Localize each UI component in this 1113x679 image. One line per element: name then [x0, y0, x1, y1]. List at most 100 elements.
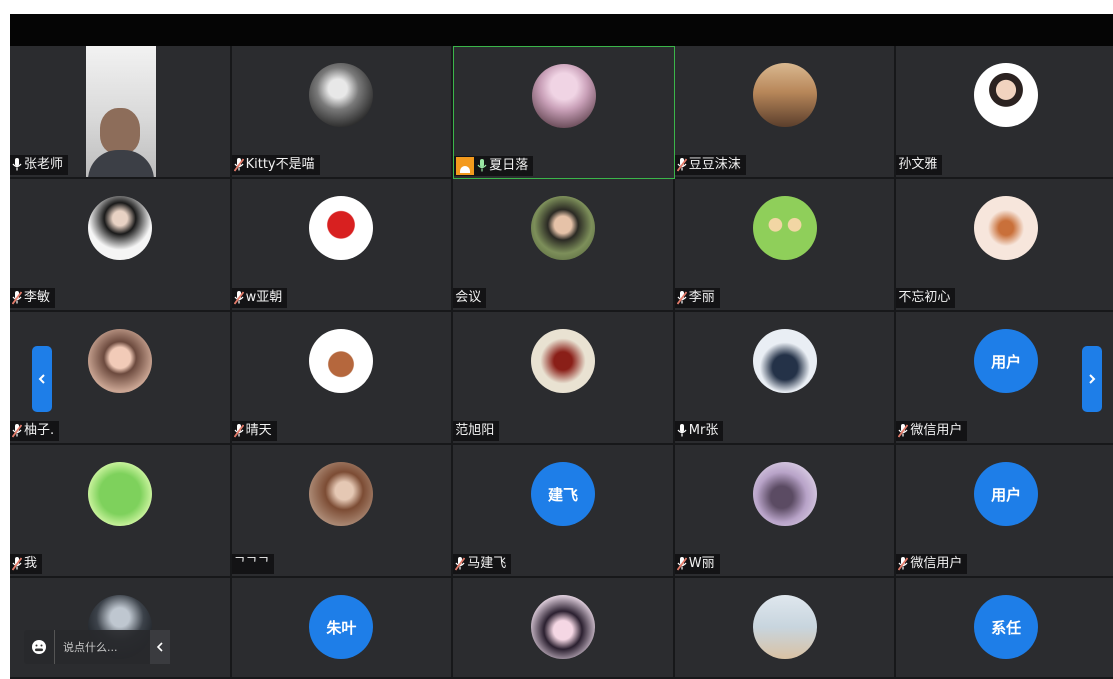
- participant-tile[interactable]: 用户 微信用户: [896, 445, 1113, 578]
- participant-name: 柚子.: [24, 423, 55, 438]
- participant-name: ᄀᄀᄀ: [233, 556, 270, 571]
- participant-name-tag: w亚朝: [231, 288, 288, 308]
- participant-name: 微信用户: [910, 423, 963, 438]
- chat-input[interactable]: 说点什么...: [63, 639, 150, 655]
- participant-tile[interactable]: 朱叶: [231, 578, 454, 679]
- avatar: [530, 329, 595, 393]
- mic-muted-icon: [676, 291, 687, 305]
- participant-name-tag: 晴天: [231, 421, 277, 441]
- chat-divider: [54, 630, 55, 664]
- participant-name: 豆豆沫沫: [688, 157, 741, 172]
- participant-tile[interactable]: 晴天: [231, 312, 454, 445]
- chat-input-bar[interactable]: 说点什么...: [24, 630, 170, 664]
- mic-muted-icon: [12, 424, 22, 438]
- title-bar: [10, 14, 1113, 46]
- participant-name: 不忘初心: [898, 290, 951, 305]
- participant-tile[interactable]: 李丽: [674, 179, 897, 312]
- participant-name-tag: 不忘初心: [896, 288, 956, 308]
- emoji-button[interactable]: [24, 630, 54, 664]
- participant-tile-active[interactable]: 夏日落: [453, 46, 675, 179]
- mic-muted-icon: [233, 158, 244, 172]
- avatar: [752, 329, 817, 393]
- participant-name-tag: 夏日落: [454, 156, 534, 176]
- participant-name-tag: 孙文雅: [896, 155, 943, 175]
- participant-tile[interactable]: 会议: [453, 179, 675, 312]
- avatar: [530, 595, 595, 659]
- participant-name-tag: 柚子.: [10, 421, 60, 441]
- avatar: [87, 462, 152, 526]
- avatar-text: 朱叶: [309, 595, 374, 659]
- avatar: [752, 595, 817, 659]
- avatar-text: 建飞: [530, 462, 595, 526]
- chevron-right-icon: [1089, 374, 1096, 384]
- mic-muted-icon: [233, 424, 244, 438]
- participant-name: Kitty不是喵: [245, 157, 315, 172]
- mic-icon: [677, 424, 687, 437]
- avatar: [530, 196, 595, 260]
- participant-tile[interactable]: 孙文雅: [896, 46, 1113, 179]
- participant-name: Mr张: [688, 423, 719, 438]
- avatar: [309, 63, 374, 127]
- participant-tile[interactable]: 豆豆沫沫: [674, 46, 897, 179]
- participant-tile[interactable]: w亚朝: [231, 179, 454, 312]
- participant-name: 孙文雅: [898, 157, 938, 172]
- mic-muted-icon: [898, 424, 909, 438]
- participant-video: [86, 46, 156, 177]
- participant-tile[interactable]: 范旭阳: [453, 312, 675, 445]
- participant-name: W丽: [688, 556, 715, 571]
- participant-tile[interactable]: Kitty不是喵: [231, 46, 454, 179]
- mic-icon: [12, 158, 22, 171]
- next-page-button[interactable]: [1082, 346, 1102, 412]
- mic-muted-icon: [233, 291, 244, 305]
- participant-name-tag: 马建飞: [453, 554, 512, 574]
- avatar: [752, 462, 817, 526]
- participant-tile[interactable]: 张老师: [10, 46, 232, 179]
- participant-name-tag: 李敏: [10, 288, 56, 308]
- avatar: [752, 63, 817, 127]
- avatar-text: 用户: [974, 462, 1039, 526]
- participant-name: 马建飞: [467, 556, 507, 571]
- avatar: [87, 196, 152, 260]
- participant-name: 微信用户: [910, 556, 963, 571]
- participant-tile[interactable]: 用户 微信用户: [896, 312, 1113, 445]
- participant-tile[interactable]: Mr张: [674, 312, 897, 445]
- avatar-text: 系任: [974, 595, 1039, 659]
- participant-name: 会议: [455, 290, 482, 305]
- mic-active-icon: [477, 159, 487, 172]
- participant-name-tag: Kitty不是喵: [231, 155, 320, 175]
- participant-name: 张老师: [24, 157, 64, 172]
- participant-tile[interactable]: ᄀᄀᄀ: [231, 445, 454, 578]
- participant-name: 李敏: [24, 290, 51, 305]
- mic-muted-icon: [455, 557, 466, 571]
- mic-muted-icon: [898, 557, 909, 571]
- avatar: [974, 196, 1039, 260]
- participant-tile[interactable]: W丽: [674, 445, 897, 578]
- prev-page-button[interactable]: [32, 346, 52, 412]
- participant-tile[interactable]: 不忘初心: [896, 179, 1113, 312]
- participant-name-tag: 微信用户: [896, 554, 968, 574]
- participant-name: 晴天: [245, 423, 272, 438]
- chevron-left-icon: [38, 374, 45, 384]
- participant-name-tag: 我: [10, 554, 43, 574]
- participant-name: 范旭阳: [455, 423, 495, 438]
- mic-muted-icon: [12, 557, 22, 571]
- participant-tile[interactable]: 李敏: [10, 179, 232, 312]
- participant-name: 我: [24, 556, 38, 571]
- avatar: [309, 196, 374, 260]
- avatar: [531, 64, 596, 128]
- participant-name-tag: 李丽: [674, 288, 720, 308]
- participant-name-tag: W丽: [674, 554, 720, 574]
- mic-muted-icon: [676, 158, 687, 172]
- participant-tile[interactable]: [453, 578, 675, 679]
- avatar: [309, 462, 374, 526]
- chevron-left-icon: [156, 642, 163, 652]
- participant-tile[interactable]: 建飞 马建飞: [453, 445, 675, 578]
- participant-name-tag: Mr张: [674, 421, 724, 441]
- participant-tile[interactable]: 系任: [896, 578, 1113, 679]
- participant-tile[interactable]: [674, 578, 897, 679]
- avatar: [309, 329, 374, 393]
- collapse-chat-button[interactable]: [150, 630, 170, 664]
- participant-tile[interactable]: 我: [10, 445, 232, 578]
- participant-name-tag: 范旭阳: [453, 421, 500, 441]
- participant-name-tag: 会议: [453, 288, 487, 308]
